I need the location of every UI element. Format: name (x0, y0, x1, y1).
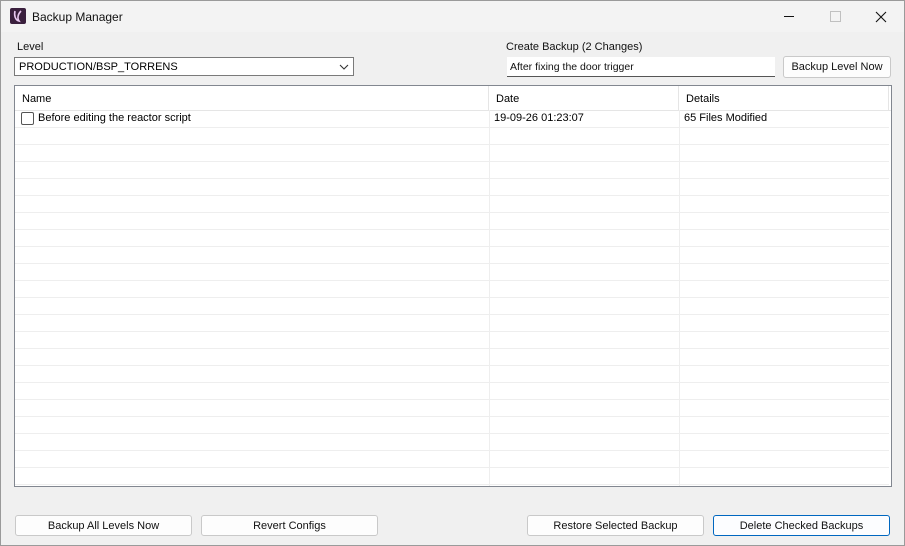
row-gridline (15, 484, 889, 485)
column-header-details[interactable]: Details (679, 86, 889, 110)
row-gridline (15, 399, 889, 400)
row-gridline (15, 161, 889, 162)
restore-selected-backup-button[interactable]: Restore Selected Backup (527, 515, 704, 536)
row-gridline (15, 246, 889, 247)
app-logo-icon (10, 8, 26, 24)
backup-details: 65 Files Modified (684, 112, 768, 124)
level-dropdown-value: PRODUCTION/BSP_TORRENS (19, 61, 178, 73)
row-gridline (15, 195, 889, 196)
backup-manager-window: Backup Manager Level PRODUCTION/BSP_TORR… (0, 0, 905, 546)
row-gridline (15, 263, 889, 264)
column-header-date[interactable]: Date (489, 86, 679, 110)
level-label: Level (17, 41, 44, 53)
level-dropdown[interactable]: PRODUCTION/BSP_TORRENS (14, 57, 354, 76)
backup-all-levels-button[interactable]: Backup All Levels Now (15, 515, 192, 536)
row-gridline (15, 314, 889, 315)
chevron-down-icon (339, 64, 349, 70)
backup-description-input[interactable] (507, 57, 775, 77)
maximize-icon (829, 11, 841, 22)
delete-checked-backups-button[interactable]: Delete Checked Backups (713, 515, 890, 536)
row-gridline (15, 365, 889, 366)
column-header-name[interactable]: Name (15, 86, 489, 110)
row-gridline (15, 382, 889, 383)
title-bar[interactable]: Backup Manager (1, 1, 904, 32)
minimize-button[interactable] (766, 1, 812, 32)
row-gridline (15, 178, 889, 179)
row-gridline (15, 127, 889, 128)
create-backup-label: Create Backup (2 Changes) (506, 41, 643, 53)
row-gridline (15, 348, 889, 349)
row-gridline (15, 280, 889, 281)
row-checkbox[interactable] (21, 112, 34, 125)
row-gridline (15, 467, 889, 468)
row-gridline (15, 212, 889, 213)
minimize-icon (784, 16, 794, 17)
row-gridline (15, 331, 889, 332)
close-icon (875, 11, 887, 22)
backup-level-now-button[interactable]: Backup Level Now (783, 56, 891, 78)
row-gridline (15, 416, 889, 417)
backup-list[interactable]: Name Date Details Before editing the rea… (14, 85, 892, 487)
row-gridline (15, 450, 889, 451)
row-gridline (15, 144, 889, 145)
list-header: Name Date Details (15, 86, 891, 111)
backup-name: Before editing the reactor script (38, 112, 191, 124)
row-gridline (15, 433, 889, 434)
close-button[interactable] (858, 1, 904, 32)
table-row[interactable]: Before editing the reactor script 19-09-… (15, 110, 889, 127)
row-gridline (15, 229, 889, 230)
window-title: Backup Manager (32, 10, 123, 24)
maximize-button[interactable] (812, 1, 858, 32)
backup-date: 19-09-26 01:23:07 (494, 112, 584, 124)
revert-configs-button[interactable]: Revert Configs (201, 515, 378, 536)
column-gridline (679, 110, 680, 486)
row-gridline (15, 297, 889, 298)
column-gridline (489, 110, 490, 486)
